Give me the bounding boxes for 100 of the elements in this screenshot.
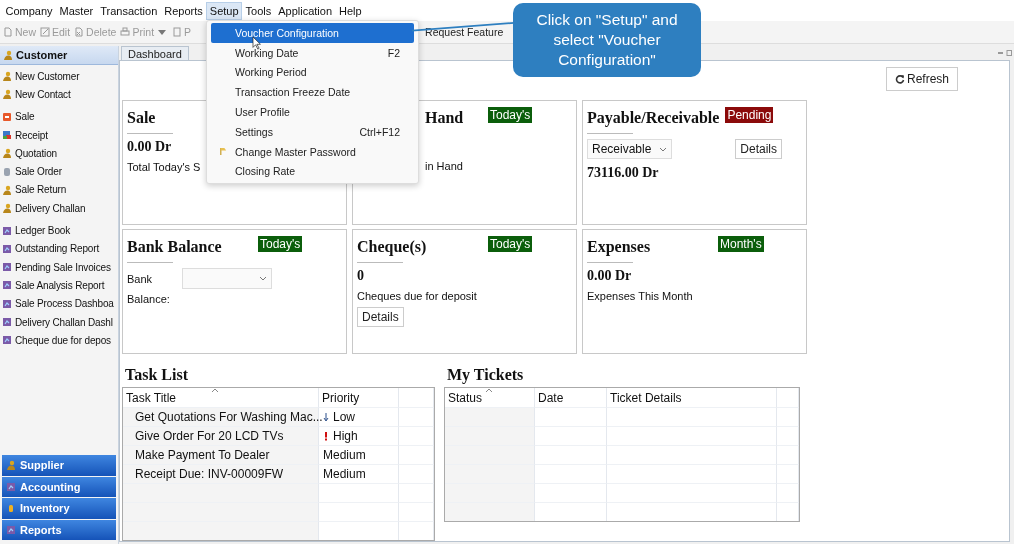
card-title: Bank Balance (127, 238, 222, 256)
type-dropdown[interactable]: Receivable (587, 139, 673, 159)
period-tag: Month's (718, 236, 764, 252)
table-cell (535, 426, 607, 445)
table-cell (535, 502, 607, 521)
menu-item[interactable]: Voucher Configuration (211, 23, 414, 43)
menu-item[interactable]: Master (56, 1, 97, 20)
dashboard-tab[interactable]: Dashboard (121, 46, 189, 60)
sidebar-item[interactable]: Sale Return (0, 180, 118, 200)
priority-text: Medium (323, 467, 366, 481)
person-icon (2, 71, 12, 82)
menu-item[interactable]: Company (2, 1, 57, 20)
toolbar-button[interactable]: Request Feature (425, 26, 504, 38)
column-header[interactable]: Date (535, 388, 607, 407)
priority-text: Low (333, 410, 355, 424)
shortcut-text: F2 (387, 46, 400, 59)
sidebar-item[interactable]: New Customer (0, 67, 118, 86)
sort-caret-icon (210, 388, 219, 393)
module-button[interactable]: Accounting (2, 476, 116, 497)
sidebar-item[interactable]: New Contact (0, 85, 118, 104)
bank-dropdown[interactable] (182, 268, 273, 289)
receipt-icon (2, 130, 12, 141)
person-icon (6, 460, 16, 471)
card-caption: Total Today's S (127, 161, 201, 173)
table-cell (777, 483, 799, 502)
exclamation-icon (323, 431, 329, 441)
report-icon (2, 280, 12, 291)
table-cell: Make Payment To Dealer (123, 445, 319, 464)
card-title: Hand (425, 109, 464, 127)
menu-item[interactable]: Transaction Freeze Date (211, 82, 414, 103)
window-controls-icon[interactable] (998, 50, 1012, 56)
column-header[interactable]: Priority (319, 388, 399, 407)
table-cell (535, 464, 607, 483)
card-caption: Balance: (127, 293, 170, 305)
sidebar-item[interactable]: Outstanding Report (0, 239, 118, 258)
table-cell: Give Order For 20 LCD TVs (123, 426, 319, 445)
sidebar-item[interactable]: Sale (0, 107, 118, 126)
sidebar-item[interactable]: Cheque due for depos (0, 331, 118, 350)
report-icon (2, 262, 12, 273)
section-title: Task List (125, 366, 189, 384)
refresh-button[interactable]: Refresh (885, 67, 958, 91)
menu-item[interactable]: Reports (160, 1, 207, 20)
card-title: Payable/Receivable (587, 109, 720, 127)
report-icon (6, 524, 16, 535)
menu-item[interactable]: User Profile (211, 102, 414, 122)
table-cell (777, 445, 799, 464)
priority-text: Medium (323, 448, 366, 462)
sidebar-item[interactable]: Ledger Book (0, 221, 118, 240)
table-cell (399, 483, 434, 502)
period-tag: Today's (488, 236, 533, 252)
table-cell: Receipt Due: INV-00009FW (123, 464, 319, 483)
instruction-callout: Click on "Setup" and select "Voucher Configuration" (513, 3, 701, 77)
report-icon (2, 317, 12, 327)
details-button[interactable]: Details (357, 307, 404, 327)
chevron-down-icon (659, 146, 668, 152)
module-button[interactable]: Inventory (2, 498, 116, 519)
module-button[interactable]: Supplier (2, 455, 116, 476)
menu-item[interactable]: Working Period (211, 62, 414, 83)
sidebar-item[interactable]: Delivery Challan Dashl (0, 312, 118, 332)
field-label: Bank (127, 272, 153, 285)
card-title: Expenses (587, 238, 651, 256)
sidebar-item[interactable]: Delivery Challan (0, 199, 118, 218)
person-icon (2, 203, 12, 214)
amount-text: 0.00 Dr (587, 268, 632, 284)
menu-item[interactable]: Application (274, 1, 336, 20)
menu-item[interactable]: Tools (242, 1, 275, 20)
column-header[interactable]: Ticket Details (607, 388, 777, 407)
details-button[interactable]: Details (735, 139, 782, 159)
sidebar-item[interactable]: Quotation (0, 144, 118, 163)
menu-item[interactable]: Transaction (96, 1, 161, 20)
menu-item[interactable]: Settings Ctrl+F12 (211, 122, 414, 142)
table-cell (535, 445, 607, 464)
card-caption: Cheques due for deposit (357, 290, 477, 302)
card-caption: in Hand (425, 160, 463, 172)
menu-item[interactable]: Help (335, 1, 366, 20)
edit-icon (40, 27, 50, 37)
printer-icon (120, 27, 131, 37)
person-icon (2, 89, 12, 100)
sidebar-header[interactable]: Customer (0, 46, 118, 65)
table-cell (535, 483, 607, 502)
sidebar-item[interactable]: Pending Sale Invoices (0, 257, 118, 277)
refresh-icon (894, 74, 905, 84)
sidebar-item[interactable]: Receipt (0, 125, 118, 145)
table-cell (535, 407, 607, 426)
down-arrow-icon (323, 412, 329, 422)
card-caption: Expenses This Month (587, 290, 693, 302)
amount-text: 0 (357, 268, 364, 284)
menu-item[interactable]: Setup (206, 1, 243, 20)
menu-item[interactable]: Change Master Password (211, 141, 414, 162)
person-icon (2, 184, 12, 195)
module-button[interactable]: Reports (2, 519, 116, 540)
menu-item[interactable]: Working Date F2 (211, 42, 414, 63)
sidebar-item[interactable]: Sale Order (0, 162, 118, 181)
period-tag: Today's (258, 236, 303, 252)
sidebar-item[interactable]: Sale Analysis Report (0, 276, 118, 295)
sidebar-item[interactable]: Sale Process Dashboa (0, 294, 118, 313)
table-cell (777, 502, 799, 521)
report-icon (2, 225, 12, 236)
table-cell (399, 521, 434, 540)
menu-item[interactable]: Closing Rate (211, 161, 414, 182)
